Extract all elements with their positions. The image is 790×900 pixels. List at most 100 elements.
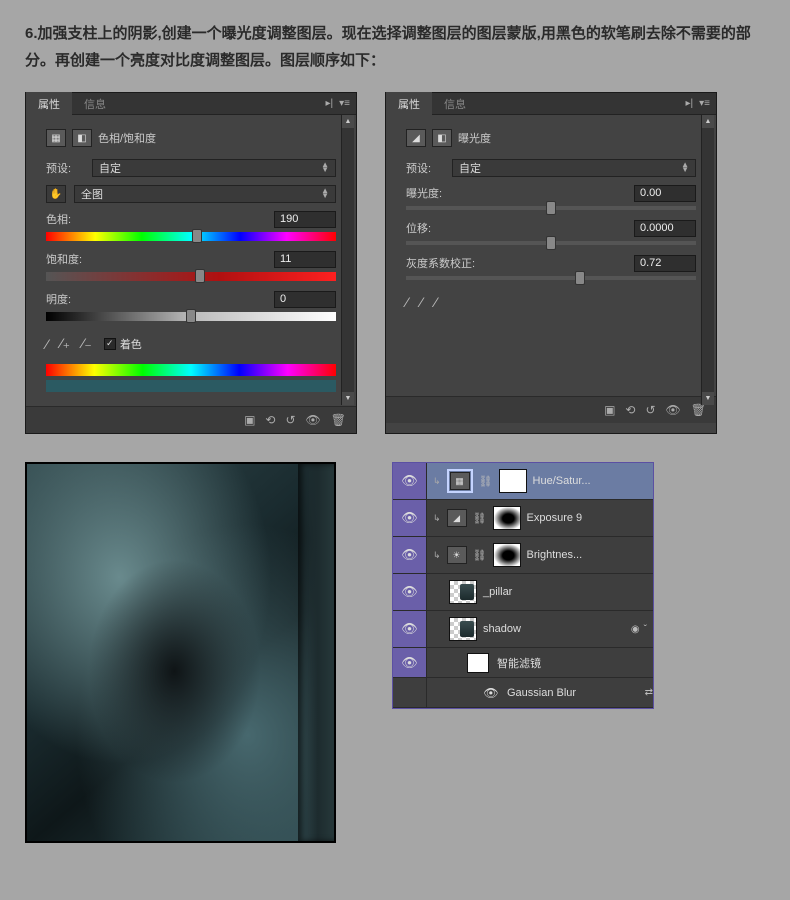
collapse-icon[interactable]: ▸| <box>326 98 334 109</box>
select-arrows-icon: ▲▼ <box>321 163 329 173</box>
range-select[interactable]: 全图 ▲▼ <box>74 185 336 203</box>
exposure-value[interactable]: 0.00 <box>634 185 696 202</box>
gamma-slider[interactable] <box>406 276 696 280</box>
visibility-toggle[interactable]: 👁 <box>393 648 427 677</box>
hue-gradient-strip <box>46 364 336 376</box>
layer-row-huesat[interactable]: 👁 ↳ ▦ ⛓ Hue/Satur... <box>393 463 653 500</box>
layer-mask[interactable] <box>499 469 527 493</box>
hue-value[interactable]: 190 <box>274 211 336 228</box>
eye-icon[interactable]: 👁 <box>483 686 499 700</box>
layer-mask[interactable] <box>493 543 521 567</box>
offset-slider[interactable] <box>406 241 696 245</box>
hand-icon[interactable]: ✋ <box>46 185 66 203</box>
collapse-arrow-icon[interactable]: ˇ <box>644 624 647 635</box>
menu-icon[interactable]: ▾≡ <box>699 98 710 109</box>
adj-type-icon: ▦ <box>46 129 66 147</box>
scroll-up-icon[interactable]: ▲ <box>342 115 354 128</box>
visibility-toggle[interactable]: 👁 <box>393 574 427 610</box>
exposure-panel: 属性 信息 ▸| ▾≡ ◢ ◧ 曝光度 预设: 自定 ▲▼ <box>385 92 717 434</box>
offset-label: 位移: <box>406 220 431 237</box>
collapse-icon[interactable]: ▸| <box>686 98 694 109</box>
menu-icon[interactable]: ▾≡ <box>339 98 350 109</box>
filter-options-icon[interactable]: ⇄ <box>645 687 653 698</box>
slider-thumb[interactable] <box>195 269 205 283</box>
slider-thumb[interactable] <box>186 309 196 323</box>
smart-filter-label: 智能滤镜 <box>497 655 541 671</box>
tab-properties[interactable]: 属性 <box>386 92 432 116</box>
scroll-up-icon[interactable]: ▲ <box>702 115 714 128</box>
filter-mask[interactable] <box>467 653 489 673</box>
hue-label: 色相: <box>46 211 71 228</box>
layer-mask[interactable] <box>493 506 521 530</box>
gamma-value[interactable]: 0.72 <box>634 255 696 272</box>
reset-icon[interactable]: ↺ <box>645 403 655 417</box>
preview-image <box>25 462 336 843</box>
eyedrop-plus-icon[interactable]: ⁄₊ <box>60 335 70 352</box>
trash-icon[interactable]: 🗑 <box>691 403 706 417</box>
clip-indicator-icon: ↳ <box>433 550 441 561</box>
adj-title: 曝光度 <box>458 130 491 146</box>
preset-select[interactable]: 自定 ▲▼ <box>92 159 336 177</box>
visibility-toggle[interactable]: 👁 <box>393 463 427 499</box>
layer-row-exposure[interactable]: 👁 ↳ ◢ ⛓ Exposure 9 <box>393 500 653 537</box>
bottom-row: 👁 ↳ ▦ ⛓ Hue/Satur... 👁 ↳ ◢ ⛓ Exposure 9 … <box>25 462 765 843</box>
range-value: 全图 <box>81 186 103 202</box>
exposure-slider[interactable] <box>406 206 696 210</box>
eyedrop-black-icon[interactable]: ⁄ <box>406 294 408 310</box>
visibility-icon[interactable]: 👁 <box>306 413 321 427</box>
visibility-toggle[interactable]: 👁 <box>393 537 427 573</box>
scroll-down-icon[interactable]: ▼ <box>342 392 354 405</box>
clip-icon[interactable]: ▣ <box>244 413 255 427</box>
reset-icon[interactable]: ↺ <box>285 413 295 427</box>
panel-tabs: 属性 信息 ▸| ▾≡ <box>386 93 716 115</box>
preset-label: 预设: <box>46 160 84 176</box>
trash-icon[interactable]: 🗑 <box>331 413 346 427</box>
visibility-toggle[interactable] <box>393 678 427 707</box>
gaussian-blur-row[interactable]: 👁 Gaussian Blur ⇄ <box>393 678 653 708</box>
scroll-down-icon[interactable]: ▼ <box>702 392 714 405</box>
eyedrop-icon[interactable]: ⁄ <box>46 336 48 352</box>
smart-filter-row[interactable]: 👁 智能滤镜 <box>393 648 653 678</box>
layer-thumbnail[interactable] <box>449 580 477 604</box>
visibility-icon[interactable]: 👁 <box>666 403 681 417</box>
layer-thumbnail[interactable] <box>449 617 477 641</box>
fx-dot-icon[interactable]: ◉ <box>631 624 640 635</box>
eyedrop-minus-icon[interactable]: ⁄₋ <box>82 335 92 352</box>
visibility-toggle[interactable]: 👁 <box>393 611 427 647</box>
select-arrows-icon: ▲▼ <box>321 189 329 199</box>
layer-row-brightness[interactable]: 👁 ↳ ☀ ⛓ Brightnes... <box>393 537 653 574</box>
sat-slider[interactable] <box>46 272 336 281</box>
slider-thumb[interactable] <box>546 201 556 215</box>
scrollbar[interactable]: ▲ ▼ <box>701 115 714 405</box>
tab-info[interactable]: 信息 <box>432 92 478 116</box>
prev-icon[interactable]: ⟲ <box>265 413 275 427</box>
scrollbar[interactable]: ▲ ▼ <box>341 115 354 405</box>
layer-name: _pillar <box>483 586 512 598</box>
preset-select[interactable]: 自定 ▲▼ <box>452 159 696 177</box>
slider-thumb[interactable] <box>192 229 202 243</box>
clip-indicator-icon: ↳ <box>433 513 441 524</box>
light-value[interactable]: 0 <box>274 291 336 308</box>
link-icon: ⛓ <box>473 549 487 562</box>
visibility-toggle[interactable]: 👁 <box>393 500 427 536</box>
prev-icon[interactable]: ⟲ <box>625 403 635 417</box>
eyedrop-gray-icon[interactable]: ⁄ <box>420 294 422 310</box>
layer-name: Hue/Satur... <box>533 475 591 487</box>
slider-thumb[interactable] <box>546 236 556 250</box>
light-slider[interactable] <box>46 312 336 321</box>
sat-value[interactable]: 11 <box>274 251 336 268</box>
eyedrop-white-icon[interactable]: ⁄ <box>435 294 437 310</box>
layer-row-shadow[interactable]: 👁 shadow ◉ ˇ <box>393 611 653 648</box>
clip-icon[interactable]: ▣ <box>604 403 615 417</box>
colorize-checkbox[interactable]: ✓ 着色 <box>104 336 142 352</box>
hue-slider[interactable] <box>46 232 336 241</box>
layer-row-pillar[interactable]: 👁 _pillar <box>393 574 653 611</box>
layer-name: Brightnes... <box>527 549 583 561</box>
exposure-label: 曝光度: <box>406 185 442 202</box>
link-icon: ⛓ <box>479 475 493 488</box>
slider-thumb[interactable] <box>575 271 585 285</box>
select-arrows-icon: ▲▼ <box>681 163 689 173</box>
tab-properties[interactable]: 属性 <box>26 92 72 116</box>
tab-info[interactable]: 信息 <box>72 92 118 116</box>
offset-value[interactable]: 0.0000 <box>634 220 696 237</box>
